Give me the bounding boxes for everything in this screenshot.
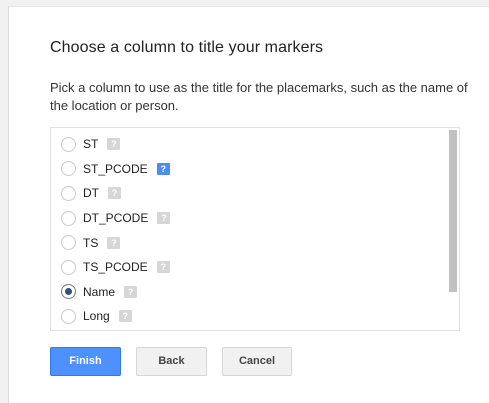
back-button[interactable]: Back xyxy=(136,347,207,376)
column-option-label[interactable]: ST xyxy=(83,137,98,151)
dialog-title: Choose a column to title your markers xyxy=(50,39,324,56)
column-option-dt-pcode[interactable]: DT_PCODE? xyxy=(51,206,441,231)
help-icon[interactable]: ? xyxy=(156,261,170,274)
column-option-dt[interactable]: DT? xyxy=(51,181,441,206)
choose-title-column-dialog: Choose a column to title your markers Pi… xyxy=(8,6,489,403)
column-option-label[interactable]: DT_PCODE xyxy=(83,211,148,225)
help-icon[interactable]: ? xyxy=(107,138,121,151)
column-option-ts-pcode[interactable]: TS_PCODE? xyxy=(51,255,441,280)
column-option-st[interactable]: ST? xyxy=(51,132,441,157)
cancel-button[interactable]: Cancel xyxy=(222,347,292,376)
finish-button[interactable]: Finish xyxy=(50,347,121,376)
column-option-label[interactable]: DT xyxy=(83,186,99,200)
radio-icon[interactable] xyxy=(61,161,76,177)
help-icon[interactable]: ? xyxy=(156,162,170,175)
radio-icon[interactable] xyxy=(61,284,76,300)
column-option-label[interactable]: ST_PCODE xyxy=(83,162,148,176)
help-icon[interactable]: ? xyxy=(157,212,171,225)
list-scrollbar[interactable] xyxy=(447,128,459,330)
column-option-label[interactable]: TS xyxy=(83,236,98,250)
column-list: ST? ST_PCODE? DT? DT_PCODE? TS? TS_PCODE? Name… xyxy=(50,127,460,331)
column-option-label[interactable]: Name xyxy=(83,285,115,299)
help-icon[interactable]: ? xyxy=(107,236,121,249)
dialog-description: Pick a column to use as the title for th… xyxy=(50,80,468,113)
radio-icon[interactable] xyxy=(61,185,76,201)
help-icon[interactable]: ? xyxy=(124,285,138,298)
column-option-st-pcode[interactable]: ST_PCODE? xyxy=(51,157,441,182)
help-icon[interactable]: ? xyxy=(108,187,121,200)
radio-icon[interactable] xyxy=(61,235,76,251)
column-option-ts[interactable]: TS? xyxy=(51,230,441,255)
column-option-long[interactable]: Long? xyxy=(51,304,441,329)
radio-icon[interactable] xyxy=(61,259,76,275)
column-list-items: ST? ST_PCODE? DT? DT_PCODE? TS? TS_PCODE? Name… xyxy=(51,132,441,329)
column-option-label[interactable]: TS_PCODE xyxy=(83,260,148,274)
radio-icon[interactable] xyxy=(61,210,76,226)
radio-icon[interactable] xyxy=(61,308,76,324)
column-option-label[interactable]: Long xyxy=(83,309,110,323)
column-option-name[interactable]: Name? xyxy=(51,280,441,305)
list-scrollbar-thumb[interactable] xyxy=(449,130,457,292)
radio-icon[interactable] xyxy=(61,136,76,152)
help-icon[interactable]: ? xyxy=(118,310,132,323)
